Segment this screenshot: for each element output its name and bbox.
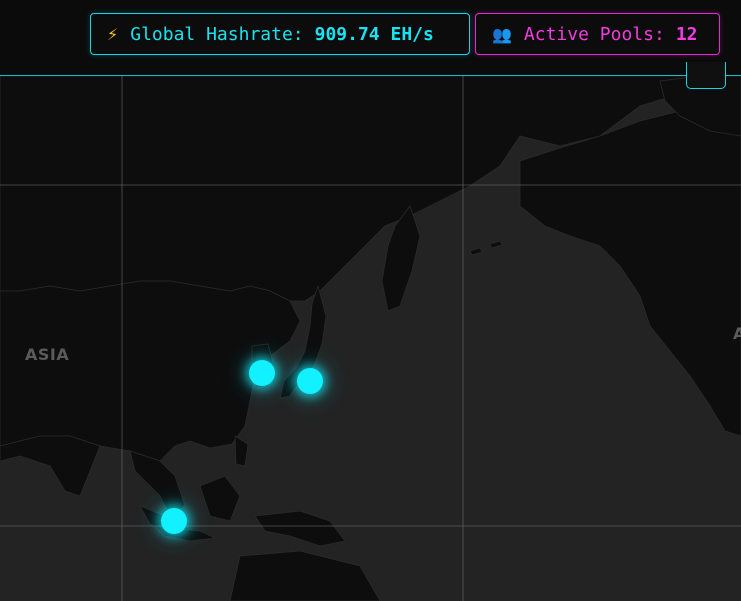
map-canvas xyxy=(0,76,741,601)
stats-bar: ⚡ Global Hashrate: 909.74 EH/s 👥 Active … xyxy=(0,0,741,76)
active-pools-value: 12 xyxy=(675,23,698,45)
landmass-indochina xyxy=(129,450,186,517)
region-label-edge: A xyxy=(733,324,741,343)
region-label-asia: ASIA xyxy=(25,345,70,364)
landmass-india xyxy=(0,435,101,497)
pool-marker-korea[interactable] xyxy=(249,360,275,386)
landmass-philippines xyxy=(234,435,249,467)
landmass-aleutian-1 xyxy=(469,247,483,256)
hashrate-stat: ⚡ Global Hashrate: 909.74 EH/s xyxy=(90,13,470,55)
landmass-aleutian-2 xyxy=(489,240,503,249)
landmass-new-guinea xyxy=(254,510,346,547)
world-map[interactable]: ASIA A xyxy=(0,76,741,601)
pool-marker-japan[interactable] xyxy=(297,368,323,394)
users-icon: 👥 xyxy=(492,24,512,44)
active-pools-stat: 👥 Active Pools: 12 xyxy=(475,13,720,55)
landmass-australia xyxy=(229,550,381,601)
map-control-button[interactable] xyxy=(686,62,726,89)
landmass-north-america xyxy=(519,105,741,437)
hashrate-label: Global Hashrate: xyxy=(130,23,304,45)
hashrate-value: 909.74 EH/s xyxy=(314,23,434,45)
lightning-icon: ⚡ xyxy=(107,24,119,44)
landmass-borneo xyxy=(199,475,241,522)
active-pools-label: Active Pools: xyxy=(523,23,665,45)
pool-marker-java[interactable] xyxy=(161,508,187,534)
